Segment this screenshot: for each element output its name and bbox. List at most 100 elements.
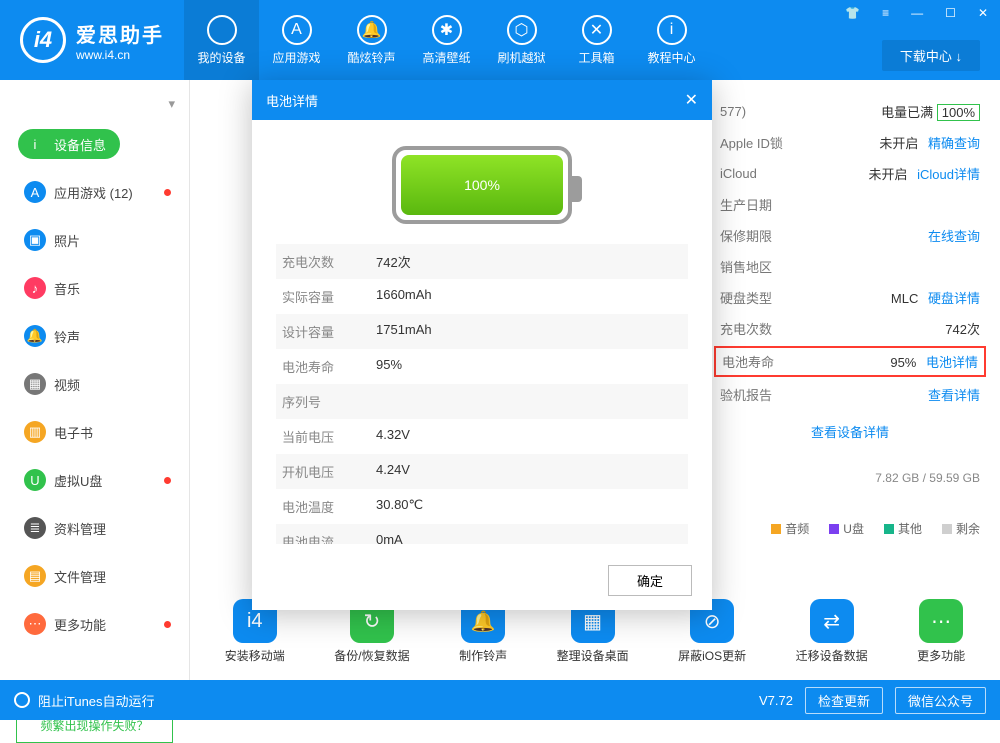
status-bar: 阻止iTunes自动运行 V7.72 检查更新 微信公众号 [0,680,1000,720]
nav-icon: ⬡ [507,15,537,45]
sidebar-item-电子书[interactable]: ▥电子书 [0,408,189,456]
close-icon[interactable]: ✕ [972,4,994,22]
legend-U盘: U盘 [829,520,864,537]
download-center-button[interactable]: 下载中心 ↓ [882,40,980,71]
sidebar-item-铃声[interactable]: 🔔铃声 [0,312,189,360]
battery-row-开机电压: 开机电压4.24V [276,454,688,489]
window-controls: 👕 ≡ — ☐ ✕ [839,4,994,22]
sidebar-icon: ▣ [24,229,46,251]
status-circle-icon [14,692,30,708]
action-迁移设备数据[interactable]: ⇄迁移设备数据 [796,599,868,664]
nav-我的设备[interactable]: 我的设备 [184,0,259,80]
version-label: V7.72 [759,693,793,708]
settings-icon[interactable]: ≡ [876,4,895,22]
battery-row-序列号: 序列号 [276,384,688,419]
info-row-硬盘类型: 硬盘类型MLC 硬盘详情 [720,282,980,313]
maximize-icon[interactable]: ☐ [939,4,962,22]
battery-full-label: 电量已满 [881,105,933,120]
tshirt-icon[interactable]: 👕 [839,4,866,22]
sidebar-icon: ▥ [24,421,46,443]
link-硬盘详情[interactable]: 硬盘详情 [928,291,980,306]
sidebar-icon: i [24,133,46,155]
app-logo-icon: i4 [20,17,66,63]
storage-legend: 音频U盘其他剩余 [771,520,980,537]
battery-row-电池电流: 电池电流0mA [276,524,688,544]
link-在线查询[interactable]: 在线查询 [928,229,980,244]
link-查看详情[interactable]: 查看详情 [928,388,980,403]
sidebar-item-虚拟U盘[interactable]: U虚拟U盘 [0,456,189,504]
nav-icon: 🔔 [357,15,387,45]
sidebar-icon: ⋯ [24,613,46,635]
legend-swatch-icon [942,524,952,534]
sidebar-item-文件管理[interactable]: ▤文件管理 [0,552,189,600]
wechat-button[interactable]: 微信公众号 [895,687,986,714]
sidebar-item-设备信息[interactable]: i设备信息 [0,120,189,168]
app-url: www.i4.cn [76,48,164,62]
legend-swatch-icon [884,524,894,534]
legend-音频: 音频 [771,520,809,537]
nav-刷机越狱[interactable]: ⬡刷机越狱 [484,0,559,80]
sidebar-item-资料管理[interactable]: ≣资料管理 [0,504,189,552]
sidebar-item-更多功能[interactable]: ⋯更多功能 [0,600,189,648]
top-nav: 我的设备A应用游戏🔔酷炫铃声✱高清壁纸⬡刷机越狱✕工具箱i教程中心 [184,0,709,80]
device-info-panel: 577) 电量已满 100% Apple ID锁未开启 精确查询iCloud未开… [720,96,980,485]
minimize-icon[interactable]: — [905,4,929,22]
battery-row-当前电压: 当前电压4.32V [276,419,688,454]
sidebar-icon: U [24,469,46,491]
battery-row-充电次数: 充电次数742次 [276,244,688,279]
app-name: 爱思助手 [76,19,164,48]
app-header: i4 爱思助手 www.i4.cn 我的设备A应用游戏🔔酷炫铃声✱高清壁纸⬡刷机… [0,0,1000,80]
battery-row-实际容量: 实际容量1660mAh [276,279,688,314]
view-device-details-link[interactable]: 查看设备详情 [720,410,980,453]
battery-graphic: 100% [252,120,712,244]
notification-dot-icon [164,621,171,628]
check-update-button[interactable]: 检查更新 [805,687,883,714]
nav-高清壁纸[interactable]: ✱高清壁纸 [409,0,484,80]
sidebar-item-照片[interactable]: ▣照片 [0,216,189,264]
info-row-iCloud: iCloud未开启 iCloud详情 [720,158,980,189]
sidebar-icon: ▤ [24,565,46,587]
modal-title: 电池详情 [266,91,318,110]
storage-text: 7.82 GB / 59.59 GB [720,453,980,485]
nav-工具箱[interactable]: ✕工具箱 [559,0,634,80]
battery-detail-modal: 电池详情 ✕ 100% 充电次数742次实际容量1660mAh设计容量1751m… [252,80,712,610]
link-精确查询[interactable]: 精确查询 [928,136,980,151]
action-icon: ⋯ [919,599,963,643]
legend-其他: 其他 [884,520,922,537]
partial-id: 577) [720,104,800,119]
legend-swatch-icon [771,524,781,534]
itunes-block-label[interactable]: 阻止iTunes自动运行 [38,691,155,710]
sidebar-icon: A [24,181,46,203]
nav-酷炫铃声[interactable]: 🔔酷炫铃声 [334,0,409,80]
sidebar-item-应用游戏 (12)[interactable]: A应用游戏 (12) [0,168,189,216]
battery-full-pct: 100% [937,104,980,121]
notification-dot-icon [164,189,171,196]
info-row-销售地区: 销售地区 [720,251,980,282]
battery-row-设计容量: 设计容量1751mAh [276,314,688,349]
chevron-down-icon: ▾ [168,96,175,112]
sidebar-icon: ♪ [24,277,46,299]
battery-row-电池温度: 电池温度30.80℃ [276,489,688,524]
action-icon: ⇄ [810,599,854,643]
ok-button[interactable]: 确定 [608,565,692,596]
battery-fill-pct: 100% [401,155,563,215]
nav-icon: i [657,15,687,45]
link-电池详情[interactable]: 电池详情 [926,355,978,370]
sidebar: ▾ i设备信息A应用游戏 (12)▣照片♪音乐🔔铃声▦视频▥电子书U虚拟U盘≣资… [0,80,190,680]
device-selector[interactable]: ▾ [0,88,189,120]
battery-row-电池寿命: 电池寿命95% [276,349,688,384]
modal-header: 电池详情 ✕ [252,80,712,120]
sidebar-item-音乐[interactable]: ♪音乐 [0,264,189,312]
nav-icon [207,15,237,45]
sidebar-item-视频[interactable]: ▦视频 [0,360,189,408]
info-row-验机报告: 验机报告 查看详情 [720,379,980,410]
modal-close-icon[interactable]: ✕ [685,90,698,110]
nav-教程中心[interactable]: i教程中心 [634,0,709,80]
info-row-充电次数: 充电次数742次 [720,313,980,344]
nav-应用游戏[interactable]: A应用游戏 [259,0,334,80]
sidebar-icon: 🔔 [24,325,46,347]
logo: i4 爱思助手 www.i4.cn [0,17,184,63]
link-iCloud详情[interactable]: iCloud详情 [917,167,980,182]
action-更多功能[interactable]: ⋯更多功能 [917,599,965,664]
legend-swatch-icon [829,524,839,534]
